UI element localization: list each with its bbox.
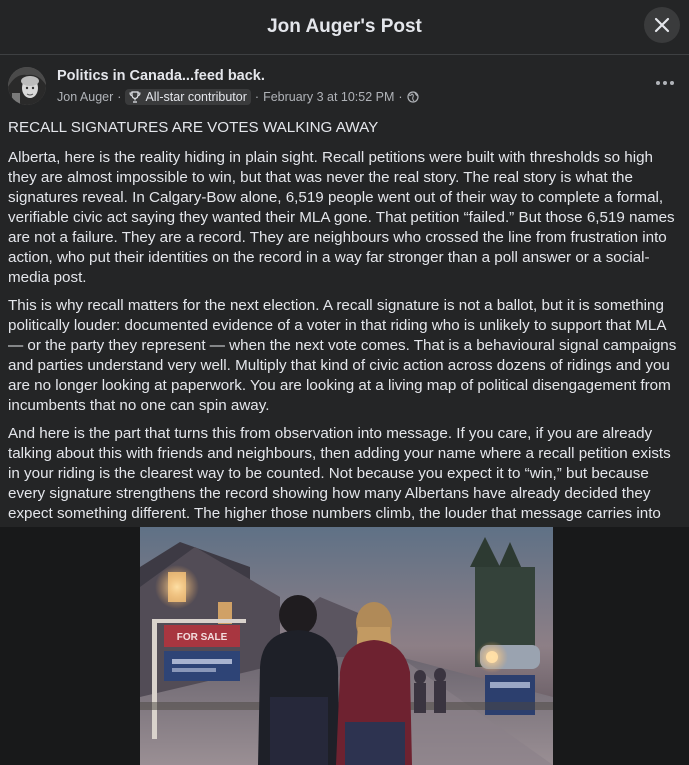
meta-separator: · xyxy=(398,90,403,104)
group-name-link[interactable]: Politics in Canada...feed back. xyxy=(57,68,265,84)
post-paragraph-2: This is why recall matters for the next … xyxy=(8,297,677,414)
post-timestamp[interactable]: February 3 at 10:52 PM xyxy=(263,90,394,104)
post-meta: Jon Auger · All-star contributor · Febru… xyxy=(57,89,419,105)
author-link[interactable]: Jon Auger xyxy=(57,90,113,104)
trophy-icon xyxy=(129,91,141,103)
post-media: FOR SALE xyxy=(0,527,689,765)
avatar-image xyxy=(8,67,46,105)
more-options-button[interactable] xyxy=(653,71,677,95)
photo-sign-text: FOR SALE xyxy=(177,632,228,643)
post-body: RECALL SIGNATURES ARE VOTES WALKING AWAY… xyxy=(0,118,689,544)
post-dialog-header: Jon Auger's Post xyxy=(0,0,689,55)
meta-separator: · xyxy=(254,90,260,104)
globe-icon xyxy=(406,91,419,103)
more-horizontal-icon xyxy=(656,81,674,85)
post-paragraph-3: And here is the part that turns this fro… xyxy=(8,425,671,542)
close-button[interactable] xyxy=(644,7,680,43)
post-headline: RECALL SIGNATURES ARE VOTES WALKING AWAY xyxy=(8,119,379,136)
close-icon xyxy=(654,17,670,33)
post-photo[interactable]: FOR SALE xyxy=(140,527,553,765)
badge-label: All-star contributor xyxy=(145,90,247,104)
post-header: Politics in Canada...feed back. Jon Auge… xyxy=(0,55,689,117)
meta-separator: · xyxy=(117,90,122,104)
post-paragraph-1: Alberta, here is the reality hiding in p… xyxy=(8,149,675,286)
group-avatar[interactable] xyxy=(8,67,46,105)
street-couple-photo: FOR SALE xyxy=(140,527,553,765)
contributor-badge[interactable]: All-star contributor xyxy=(125,89,251,105)
dialog-title: Jon Auger's Post xyxy=(267,16,422,37)
